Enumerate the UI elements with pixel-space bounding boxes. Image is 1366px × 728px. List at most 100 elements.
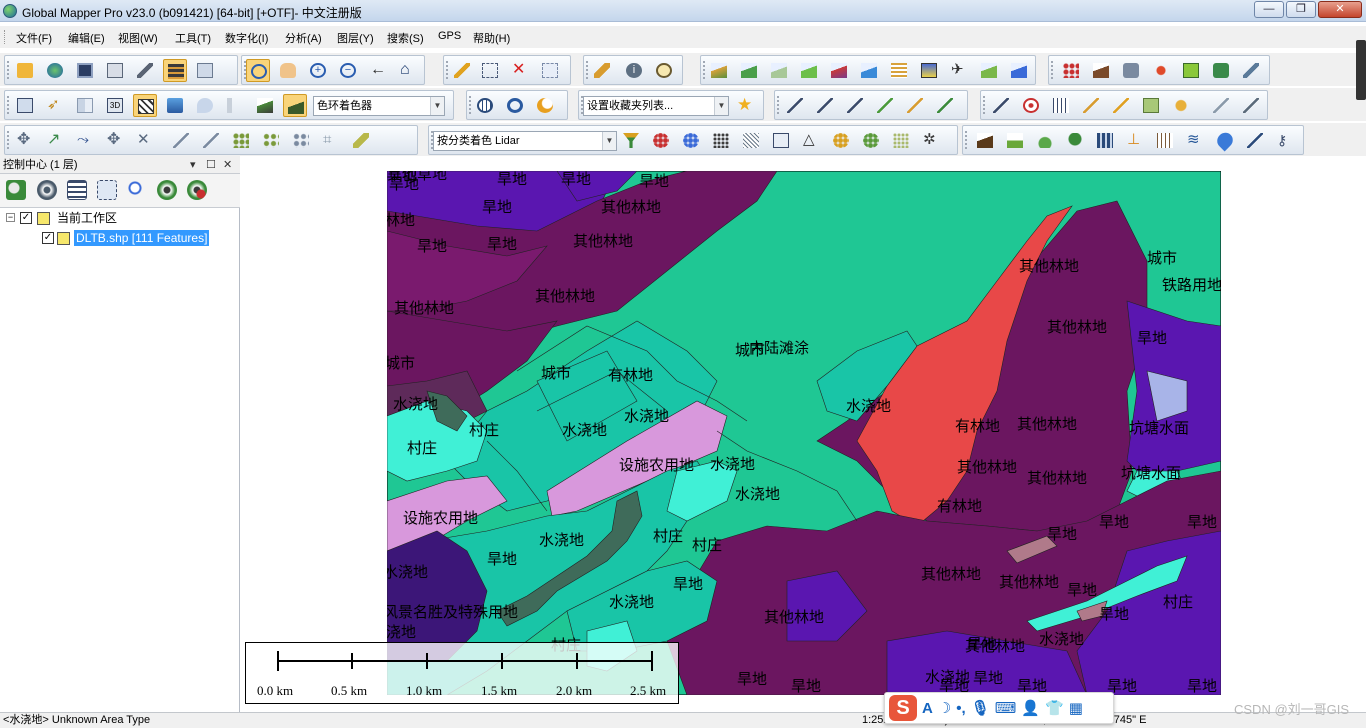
points-icon[interactable] [1059,59,1083,82]
menu-analysis[interactable]: 分析(A) [285,30,322,46]
map-view[interactable]: 旱地旱地旱地旱地其他林地旱地旱地旱地其他林地其他林地城市铁路用地其他林地其他林地… [244,156,1366,712]
ime-mic-icon[interactable]: 🎙 [971,699,990,717]
polygon-edit-icon[interactable] [1139,94,1163,117]
tree-icon[interactable] [1063,129,1087,152]
feature-search-icon[interactable] [652,59,676,82]
options-icon[interactable] [37,180,57,200]
hatch-icon[interactable] [133,94,157,117]
lidar-zoom-icon[interactable] [679,129,703,152]
split-icon[interactable] [73,94,97,117]
projection-globe-icon[interactable] [473,94,497,117]
layers-icon[interactable] [163,59,187,82]
wrench-icon[interactable] [133,59,157,82]
ime-letter-a-icon[interactable]: A [922,700,933,717]
chain-icon[interactable] [289,129,313,152]
info-icon[interactable]: i [622,59,646,82]
house-terrain-icon[interactable] [1007,59,1031,82]
water-level-icon[interactable] [163,94,187,117]
close-button[interactable]: ✕ [1318,1,1362,18]
workspace-checkbox[interactable]: ✓ [20,212,32,224]
airplane-icon[interactable]: ✈ [947,59,971,82]
map-edit-icon[interactable] [1179,59,1203,82]
connect-icon[interactable] [199,129,223,152]
menu-view[interactable]: 视图(W) [118,30,158,46]
hide-layer-icon[interactable] [187,180,207,200]
sogou-logo-icon[interactable]: S [889,695,917,721]
terrain-peak-icon[interactable] [827,59,851,82]
check-edit-icon[interactable] [1209,94,1233,117]
minimize-button[interactable]: — [1254,1,1284,18]
split-line-icon[interactable]: ✕ [133,129,157,152]
pin-panel-icon[interactable]: ▾ [190,156,196,174]
pencil-mark-icon[interactable] [1079,94,1103,117]
measure-tape-icon[interactable] [349,129,373,152]
line-draw-icon[interactable] [843,94,867,117]
menu-file[interactable]: 文件(F) [16,30,52,46]
globe-icon[interactable] [43,59,67,82]
cluster-icon[interactable] [829,129,853,152]
select-rect-icon[interactable] [478,59,502,82]
contour-icon[interactable] [887,59,911,82]
pencil-icon[interactable] [450,59,474,82]
open-layer-icon[interactable] [6,180,26,200]
line-edit-icon[interactable] [813,94,837,117]
move-vertex-icon[interactable]: ✥ [103,129,127,152]
grass-icon[interactable] [1003,129,1027,152]
menu-layer[interactable]: 图层(Y) [337,30,374,46]
color-cluster-icon[interactable] [859,129,883,152]
grid-structure-icon[interactable] [1153,129,1177,152]
menu-help[interactable]: 帮助(H) [473,30,510,46]
ime-skin-icon[interactable]: 👕 [1045,699,1064,717]
zoom-select-icon[interactable] [246,59,270,82]
brush-icon[interactable] [1239,59,1263,82]
shader-select[interactable]: 色环着色器 ▼ [313,96,445,116]
menu-edit[interactable]: 编辑(E) [68,30,105,46]
menu-digitize[interactable]: 数字化(I) [225,30,268,46]
line-green-icon[interactable] [873,94,897,117]
terrain-icon[interactable] [707,59,731,82]
line-node-icon[interactable] [933,94,957,117]
lidar-select[interactable]: 按分类着色 Lidar ▼ [433,131,617,151]
ruler-icon[interactable] [590,59,614,82]
menu-search[interactable]: 搜索(S) [387,30,424,46]
ime-moon-icon[interactable]: ☽ [938,699,951,717]
panel-icon[interactable] [13,94,37,117]
triangle-icon[interactable]: △ [799,129,823,152]
hill-icon[interactable] [973,129,997,152]
3d-view-icon[interactable]: 3D [103,94,127,117]
vertex-icon[interactable]: ⤳ [73,129,97,152]
zoom-out-icon[interactable]: − [336,59,360,82]
table-icon[interactable] [67,180,87,200]
favorites-select[interactable]: 设置收藏夹列表... ▼ [583,96,729,116]
polygon-nodes-icon[interactable] [259,129,283,152]
line-pencil-icon[interactable] [903,94,927,117]
mountain-icon[interactable] [1089,59,1113,82]
restore-button[interactable]: ❐ [1286,1,1316,18]
ime-punct-icon[interactable]: •, [956,700,965,717]
gear-icon[interactable] [503,94,527,117]
open-folder-icon[interactable] [13,59,37,82]
star-icon[interactable]: ★ [733,94,757,117]
target-icon[interactable] [1019,94,1043,117]
water-wave-icon[interactable]: ≋ [1183,129,1207,152]
back-arrow-icon[interactable]: ← [366,59,390,82]
ime-keyboard-icon[interactable]: ⌨ [995,699,1017,717]
show-layer-icon[interactable] [157,180,177,200]
terrain-edit-icon[interactable] [977,59,1001,82]
terrain-flat-icon[interactable] [767,59,791,82]
save-icon[interactable] [73,59,97,82]
land-use-map[interactable]: 旱地旱地旱地旱地其他林地旱地旱地旱地其他林地其他林地城市铁路用地其他林地其他林地… [387,171,1221,695]
grid-edit-icon[interactable] [1049,94,1073,117]
terrain-points-icon[interactable] [889,129,913,152]
tree-height-icon[interactable] [223,94,247,117]
zoom-layer-icon[interactable] [127,180,147,200]
arrow-edit-icon[interactable]: ↗ [43,129,67,152]
compass-icon[interactable] [989,94,1013,117]
shapes-icon[interactable] [1169,94,1193,117]
menu-tools[interactable]: 工具(T) [175,30,211,46]
pin-icon[interactable] [1149,59,1173,82]
layer-extent-icon[interactable] [97,180,117,200]
layer-checkbox[interactable]: ✓ [42,232,54,244]
home-icon[interactable]: ⌂ [396,59,420,82]
close-panel-icon[interactable]: ✕ [223,156,232,174]
